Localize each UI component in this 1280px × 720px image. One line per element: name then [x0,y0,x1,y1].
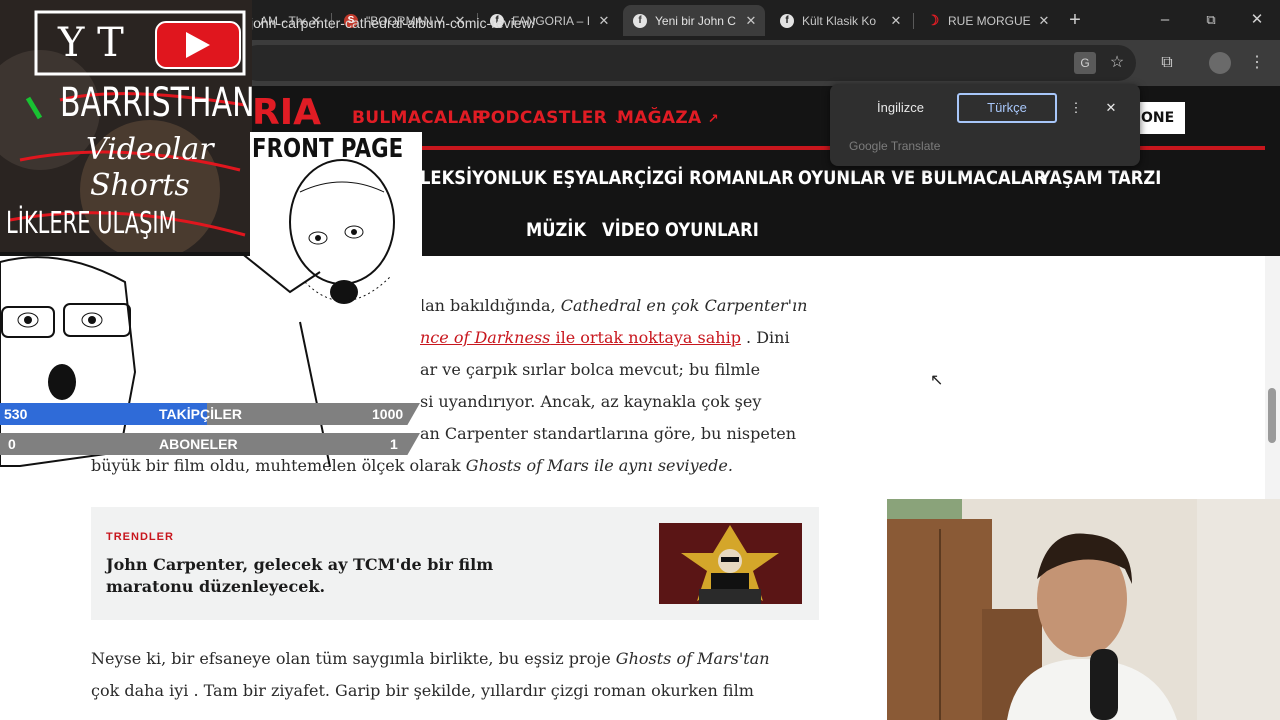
minimize-icon[interactable]: – [1150,8,1180,32]
close-icon[interactable]: ✕ [1100,93,1122,123]
close-tab-icon[interactable]: ✕ [1034,13,1054,29]
webcam-feed [887,499,1280,720]
translate-popup: İngilizce Türkçe ⋮ ✕ Google Translate [830,84,1140,166]
new-tab-button[interactable]: + [1060,8,1090,32]
nav-koleksiyonluk[interactable]: LEKSİYONLUK EŞYALAR [420,167,634,189]
text-span: Ghosts of Mars ile aynı seviyede. [465,456,733,475]
google-translate-brand: Google Translate [849,139,941,153]
tab-4-active[interactable]: f Yeni bir John C ✕ [623,5,765,36]
scrawl-videolar: Videolar [86,132,214,167]
scrawl-yt: Y T [58,20,124,66]
nav-bulmacalar[interactable]: BULMACALAR [352,108,485,128]
nav-video-oyunlari[interactable]: VİDEO OYUNLARI [602,219,759,241]
close-tab-icon[interactable]: ✕ [886,13,906,29]
tab-title: Kült Klasik Ko [802,13,877,28]
link-text: ile ortak noktaya sahip [550,328,741,347]
close-tab-icon[interactable]: ✕ [594,13,614,29]
link-text: nce of Darkness [420,328,551,347]
trending-tag: TRENDLER [106,531,174,543]
star-image-icon [659,523,802,604]
star-bookmark-icon[interactable]: ☆ [1106,52,1128,74]
nav-label: PODCASTLER [478,108,608,128]
scrawl-shorts: Shorts [90,168,190,203]
subscribers-goal: 1 [390,436,398,452]
tab-5[interactable]: f Kült Klasik Ko ✕ [770,5,910,36]
article-line-1: lan bakıldığında, Cathedral en çok Carpe… [420,296,807,315]
tab-6[interactable]: ☽ RUE MORGUE ✕ [916,5,1058,36]
scrawl-channel: BARRISTHAN [60,80,255,126]
article-line-3: ar ve çarpık sırlar bolca mevcut; bu fil… [420,360,761,379]
trending-thumbnail[interactable] [659,523,802,604]
source-language-option[interactable]: İngilizce [868,93,933,123]
nav-label: MAĞAZA [617,108,702,128]
site-logo[interactable]: RIA [252,92,321,133]
nav-magaza[interactable]: MAĞAZA ↗ [617,108,719,128]
text-span: Neyse ki, bir efsaneye olan tüm saygımla… [91,649,616,668]
address-bar[interactable] [240,45,1136,81]
menu-kebab-icon[interactable]: ⋮ [1246,52,1268,74]
scrawl-likes: LİKLERE ULAŞIM [6,206,177,241]
followers-current: 530 [4,406,28,422]
nav-muzik[interactable]: MÜZİK [526,219,586,241]
nav-yasam-tarzi[interactable]: YAŞAM TARZI [1039,167,1161,189]
trending-title[interactable]: John Carpenter, gelecek ay TCM'de bir fi… [106,554,526,598]
profile-avatar[interactable] [1209,52,1231,74]
followers-label: TAKİPÇİLER [159,406,242,422]
nav-cizgi-romanlar[interactable]: ÇİZGİ ROMANLAR [634,167,794,189]
text-span: lan bakıldığında, [420,296,561,315]
extensions-icon[interactable]: ⧉ [1156,52,1178,74]
scrollbar-thumb[interactable] [1268,388,1276,443]
close-tab-icon[interactable]: ✕ [741,13,761,29]
subscribers-current: 0 [8,436,16,452]
url-text[interactable]: john-carpenter-cathedral-album-comic-rev… [250,15,536,31]
facebook-icon: f [780,13,794,28]
text-span: . Dini [740,328,790,347]
nav-podcastler[interactable]: PODCASTLER ⌄ [478,108,624,128]
tab-title: Yeni bir John C [655,13,736,28]
article-line-4: si uyandırıyor. Ancak, az kaynakla çok ş… [420,392,762,411]
text-span: Cathedral en çok Carpenter'ın [560,296,808,315]
nav-oyunlar[interactable]: OYUNLAR VE BULMACALAR [798,167,1046,189]
translate-icon[interactable]: G [1074,52,1096,74]
subscribers-label: ABONELER [159,436,238,452]
site-icon: ☽ [926,12,940,28]
restore-icon[interactable]: ⧉ [1196,8,1226,32]
webcam-person-image [887,499,1280,720]
followers-goal: 1000 [372,406,404,422]
facebook-icon: f [633,13,647,28]
options-kebab-icon[interactable]: ⋮ [1066,93,1086,123]
article-line-8: çok daha iyi . Tam bir ziyafet. Garip bi… [91,681,754,700]
text-span: Ghosts of Mars'tan [615,649,770,668]
article-line-2: nce of Darkness ile ortak noktaya sahip … [420,328,790,347]
article-line-7: Neyse ki, bir efsaneye olan tüm saygımla… [91,649,770,668]
article-line-5: an Carpenter standartlarına göre, bu nis… [420,424,797,443]
target-language-option[interactable]: Türkçe [957,93,1057,123]
close-window-icon[interactable]: ✕ [1242,8,1272,32]
front-page-title: FRONT PAGE [252,134,404,164]
tab-title: RUE MORGUE [948,13,1031,28]
done-button[interactable]: ONE [1135,102,1185,134]
mouse-cursor-icon: ↖ [930,372,944,389]
film-link[interactable]: nce of Darkness ile ortak noktaya sahip [420,328,741,347]
external-link-icon: ↗ [707,112,719,127]
